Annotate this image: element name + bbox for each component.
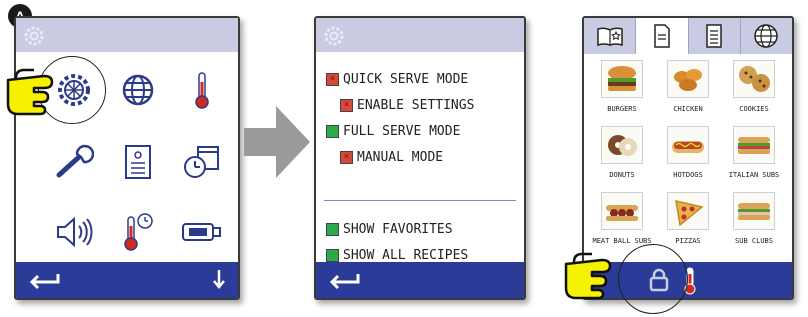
option-label: SHOW FAVORITES [343, 221, 453, 237]
top-bar [16, 18, 238, 52]
recipe-italian-subs[interactable]: ITALIAN SUBS [722, 126, 786, 190]
tab-language[interactable] [741, 18, 792, 54]
settings-screen: QUICK SERVE MODE ENABLE SETTINGS FULL SE… [314, 16, 526, 300]
sub-club-thumbnail [733, 192, 775, 230]
checkbox-off-icon[interactable] [326, 72, 339, 86]
recipe-label: DONUTS [609, 171, 635, 179]
checkbox-on-icon[interactable] [326, 124, 339, 138]
option-label: MANUAL MODE [357, 149, 444, 165]
globe-icon[interactable] [114, 68, 162, 112]
recipe-hotdogs[interactable]: HOTDOGS [656, 126, 720, 190]
recipe-cookies[interactable]: COOKIES [722, 60, 786, 124]
option-label: FULL SERVE MODE [343, 123, 461, 139]
option-enable-settings[interactable]: ENABLE SETTINGS [340, 96, 474, 114]
checkbox-on-icon[interactable] [326, 248, 339, 262]
option-show-favorites[interactable]: SHOW FAVORITES [326, 220, 453, 238]
checkbox-off-icon[interactable] [340, 150, 353, 164]
recipe-label: SUB CLUBS [735, 237, 773, 245]
manual-icon[interactable] [114, 140, 162, 184]
donut-thumbnail [601, 126, 643, 164]
meatball-sub-thumbnail [601, 192, 643, 230]
pointing-hand-icon [6, 68, 54, 116]
recipe-label: MEAT BALL SUBS [592, 237, 652, 245]
down-arrow-icon[interactable] [212, 268, 226, 290]
recipe-donuts[interactable]: DONUTS [590, 126, 654, 190]
back-arrow-icon[interactable] [28, 270, 62, 290]
usb-icon[interactable] [178, 210, 226, 254]
document-icon [654, 24, 670, 48]
list-icon [706, 24, 722, 48]
option-full-serve-mode[interactable]: FULL SERVE MODE [326, 122, 460, 140]
recipe-label: COOKIES [739, 105, 769, 113]
tab-list[interactable] [689, 18, 741, 54]
speaker-icon[interactable] [50, 210, 98, 254]
chicken-thumbnail [667, 60, 709, 98]
recipe-label: ITALIAN SUBS [728, 171, 780, 179]
gear-icon [24, 26, 44, 46]
clock-calendar-icon[interactable] [178, 140, 226, 184]
globe-icon [754, 24, 779, 48]
recipe-burgers[interactable]: BURGERS [590, 60, 654, 124]
main-menu-screen [14, 16, 240, 300]
transition-arrow [244, 106, 310, 178]
recipe-sub-clubs[interactable]: SUB CLUBS [722, 192, 786, 256]
bottom-bar [316, 262, 524, 298]
book-star-icon [596, 27, 623, 47]
divider [324, 200, 516, 201]
option-label: SHOW ALL RECIPES [343, 247, 469, 263]
italian-sub-thumbnail [733, 126, 775, 164]
back-arrow-icon[interactable] [328, 270, 362, 290]
pointing-hand-icon [564, 252, 612, 300]
recipe-label: BURGERS [607, 105, 637, 113]
top-bar [316, 18, 524, 52]
cookies-thumbnail [733, 60, 775, 98]
recipe-label: HOTDOGS [673, 171, 703, 179]
option-label: ENABLE SETTINGS [357, 97, 475, 113]
hotdog-thumbnail [667, 126, 709, 164]
tab-recipes[interactable] [636, 18, 689, 54]
checkbox-on-icon[interactable] [326, 222, 339, 236]
tab-bar [584, 18, 792, 54]
burger-thumbnail [601, 60, 643, 98]
option-quick-serve-mode[interactable]: QUICK SERVE MODE [326, 70, 468, 88]
gear-icon [324, 26, 344, 46]
checkbox-off-icon[interactable] [340, 98, 353, 112]
wrench-icon[interactable] [50, 140, 98, 184]
recipe-label: PIZZAS [675, 237, 701, 245]
thermometer-icon[interactable] [178, 68, 226, 112]
recipe-label: CHICKEN [673, 105, 703, 113]
tab-favorites[interactable] [584, 18, 637, 54]
thermometer-clock-icon[interactable] [114, 210, 162, 254]
option-label: QUICK SERVE MODE [343, 71, 469, 87]
bottom-bar [16, 262, 238, 298]
recipe-chicken[interactable]: CHICKEN [656, 60, 720, 124]
pizza-thumbnail [667, 192, 709, 230]
option-manual-mode[interactable]: MANUAL MODE [340, 148, 443, 166]
